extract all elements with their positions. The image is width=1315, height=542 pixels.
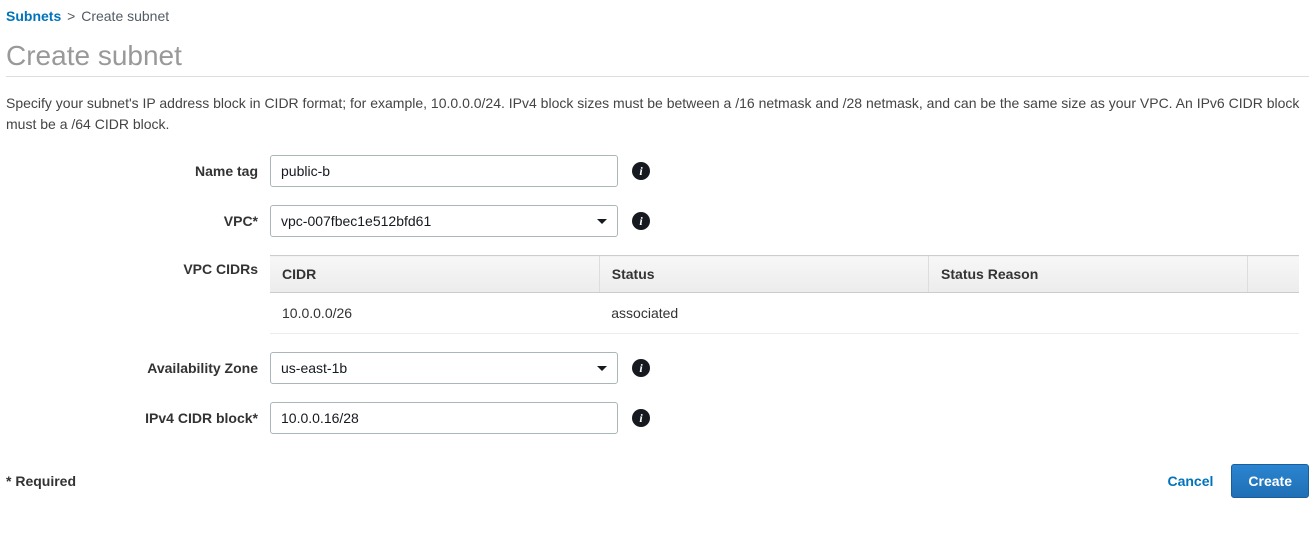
label-ipv4-cidr: IPv4 CIDR block* xyxy=(6,410,270,426)
chevron-down-icon xyxy=(597,366,607,371)
title-divider xyxy=(6,76,1309,77)
page-description: Specify your subnet's IP address block i… xyxy=(6,93,1309,135)
chevron-down-icon xyxy=(597,219,607,224)
cell-reason xyxy=(929,293,1248,334)
row-name-tag: Name tag i xyxy=(6,155,1309,187)
vpc-select[interactable]: vpc-007fbec1e512bfd61 xyxy=(270,205,618,237)
th-status: Status xyxy=(599,256,928,293)
th-spacer xyxy=(1248,256,1299,293)
breadcrumb-separator: > xyxy=(67,8,75,24)
row-vpc-cidrs: VPC CIDRs CIDR Status Status Reason 10.0… xyxy=(6,255,1309,334)
footer: * Required Cancel Create xyxy=(6,464,1309,498)
label-vpc-cidrs: VPC CIDRs xyxy=(6,255,270,277)
vpc-cidrs-table: CIDR Status Status Reason 10.0.0.0/26 as… xyxy=(270,255,1299,334)
info-icon[interactable]: i xyxy=(632,162,650,180)
row-ipv4-cidr: IPv4 CIDR block* i xyxy=(6,402,1309,434)
page-title: Create subnet xyxy=(6,40,1309,72)
info-icon[interactable]: i xyxy=(632,359,650,377)
ipv4-cidr-input[interactable] xyxy=(270,402,618,434)
label-az: Availability Zone xyxy=(6,360,270,376)
row-az: Availability Zone us-east-1b i xyxy=(6,352,1309,384)
name-tag-input[interactable] xyxy=(270,155,618,187)
cancel-button[interactable]: Cancel xyxy=(1163,465,1217,497)
info-icon[interactable]: i xyxy=(632,212,650,230)
info-icon[interactable]: i xyxy=(632,409,650,427)
create-button[interactable]: Create xyxy=(1231,464,1309,498)
th-reason: Status Reason xyxy=(929,256,1248,293)
th-cidr: CIDR xyxy=(270,256,599,293)
cell-status: associated xyxy=(599,293,928,334)
label-vpc: VPC* xyxy=(6,213,270,229)
vpc-select-value: vpc-007fbec1e512bfd61 xyxy=(281,213,431,229)
breadcrumb: Subnets > Create subnet xyxy=(6,4,1309,34)
breadcrumb-current: Create subnet xyxy=(81,8,169,24)
az-select-value: us-east-1b xyxy=(281,360,347,376)
label-name-tag: Name tag xyxy=(6,163,270,179)
cell-cidr: 10.0.0.0/26 xyxy=(270,293,599,334)
az-select[interactable]: us-east-1b xyxy=(270,352,618,384)
table-row: 10.0.0.0/26 associated xyxy=(270,293,1299,334)
required-note: * Required xyxy=(6,473,76,489)
row-vpc: VPC* vpc-007fbec1e512bfd61 i xyxy=(6,205,1309,237)
breadcrumb-parent-link[interactable]: Subnets xyxy=(6,8,61,24)
